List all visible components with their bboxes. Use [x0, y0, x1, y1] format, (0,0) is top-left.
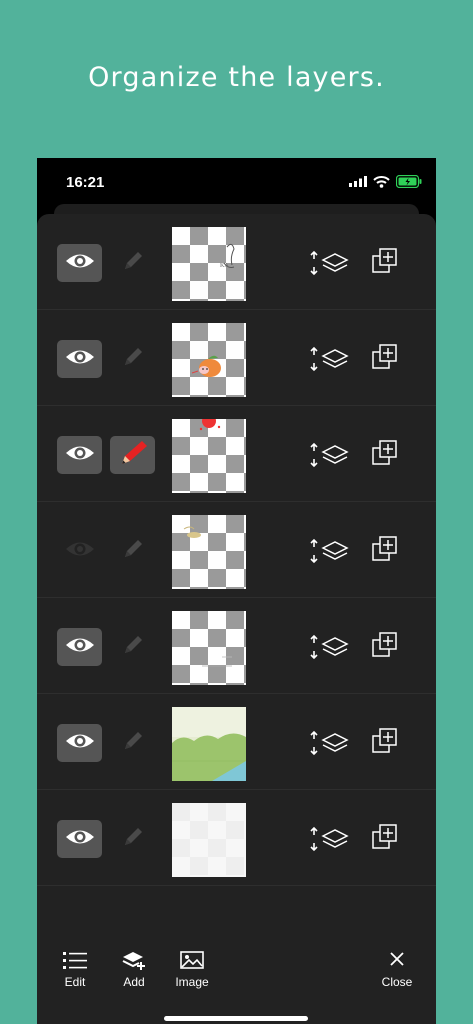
edit-label: Edit	[64, 975, 86, 989]
eye-icon	[64, 636, 96, 659]
pencil-icon	[121, 729, 145, 758]
close-button[interactable]: Close	[367, 949, 427, 989]
merge-down-button[interactable]	[309, 729, 349, 757]
visibility-toggle-button[interactable]	[57, 436, 102, 474]
duplicate-icon	[371, 248, 399, 279]
battery-charging-icon	[396, 175, 422, 188]
pencil-icon	[121, 825, 145, 854]
list-icon	[63, 952, 87, 969]
layer-thumbnail[interactable]: KA	[172, 227, 246, 301]
wifi-icon	[373, 175, 390, 188]
duplicate-icon	[371, 728, 399, 759]
edit-target-button[interactable]	[110, 532, 155, 570]
layer-row[interactable]	[37, 406, 436, 502]
edit-target-button[interactable]	[110, 724, 155, 762]
merge-down-icon	[309, 346, 349, 377]
merge-down-icon	[309, 250, 349, 281]
pencil-icon	[121, 537, 145, 566]
layer-thumbnail[interactable]	[172, 323, 246, 397]
phone-screen: 16:21 KA Edit Add Image Close	[37, 158, 436, 1024]
bottom-toolbar: Edit Add Image Close	[37, 934, 436, 1024]
merge-down-icon	[309, 730, 349, 761]
visibility-toggle-button[interactable]	[57, 628, 102, 666]
eye-icon	[64, 252, 96, 275]
merge-down-button[interactable]	[309, 633, 349, 661]
close-icon	[390, 952, 404, 966]
eye-icon	[64, 828, 96, 851]
layers-panel: KA	[37, 214, 436, 1024]
layer-row[interactable]	[37, 790, 436, 886]
edit-target-button[interactable]	[110, 820, 155, 858]
merge-down-icon	[309, 826, 349, 857]
duplicate-icon	[371, 824, 399, 855]
headline: Organize the layers.	[88, 62, 385, 93]
status-bar: 16:21	[37, 158, 436, 206]
layer-row[interactable]	[37, 310, 436, 406]
duplicate-layer-button[interactable]	[371, 823, 399, 851]
duplicate-layer-button[interactable]	[371, 439, 399, 467]
merge-down-button[interactable]	[309, 441, 349, 469]
visibility-toggle-button[interactable]	[57, 244, 102, 282]
duplicate-icon	[371, 632, 399, 663]
layer-row[interactable]	[37, 598, 436, 694]
edit-button[interactable]: Edit	[45, 949, 105, 989]
edit-target-button[interactable]	[110, 436, 155, 474]
layer-thumbnail[interactable]	[172, 803, 246, 877]
duplicate-layer-button[interactable]	[371, 535, 399, 563]
merge-down-button[interactable]	[309, 825, 349, 853]
pencil-icon	[121, 633, 145, 662]
add-layer-button[interactable]: Add	[104, 949, 164, 989]
image-label: Image	[175, 975, 209, 989]
edit-target-button[interactable]	[110, 340, 155, 378]
cellular-signal-icon	[349, 176, 367, 187]
eye-icon	[64, 540, 96, 563]
duplicate-icon	[371, 344, 399, 375]
edit-target-button[interactable]	[110, 244, 155, 282]
layer-thumbnail[interactable]	[172, 515, 246, 589]
eye-icon	[64, 444, 96, 467]
home-indicator	[164, 1016, 308, 1021]
duplicate-layer-button[interactable]	[371, 727, 399, 755]
status-time: 16:21	[66, 174, 105, 191]
layer-row[interactable]	[37, 502, 436, 598]
pencil-icon	[116, 438, 150, 473]
pencil-icon	[121, 345, 145, 374]
layer-thumbnail[interactable]	[172, 611, 246, 685]
close-label: Close	[381, 975, 413, 989]
duplicate-layer-button[interactable]	[371, 343, 399, 371]
add-label: Add	[123, 975, 145, 989]
duplicate-icon	[371, 536, 399, 567]
pencil-icon	[121, 249, 145, 278]
eye-icon	[64, 348, 96, 371]
eye-icon	[64, 732, 96, 755]
image-icon	[180, 951, 204, 969]
add-layer-icon	[122, 952, 145, 970]
layer-thumbnail[interactable]	[172, 707, 246, 781]
layer-row[interactable]: KA	[37, 214, 436, 310]
layer-thumbnail[interactable]	[172, 419, 246, 493]
layer-row[interactable]	[37, 694, 436, 790]
merge-down-button[interactable]	[309, 537, 349, 565]
visibility-toggle-button[interactable]	[57, 340, 102, 378]
duplicate-layer-button[interactable]	[371, 247, 399, 275]
merge-down-button[interactable]	[309, 249, 349, 277]
merge-down-icon	[309, 442, 349, 473]
merge-down-icon	[309, 538, 349, 569]
visibility-toggle-button[interactable]	[57, 532, 102, 570]
visibility-toggle-button[interactable]	[57, 820, 102, 858]
svg-text:KA: KA	[220, 263, 229, 269]
edit-target-button[interactable]	[110, 628, 155, 666]
merge-down-button[interactable]	[309, 345, 349, 373]
duplicate-layer-button[interactable]	[371, 631, 399, 659]
visibility-toggle-button[interactable]	[57, 724, 102, 762]
duplicate-icon	[371, 440, 399, 471]
image-button[interactable]: Image	[162, 949, 222, 989]
merge-down-icon	[309, 634, 349, 665]
